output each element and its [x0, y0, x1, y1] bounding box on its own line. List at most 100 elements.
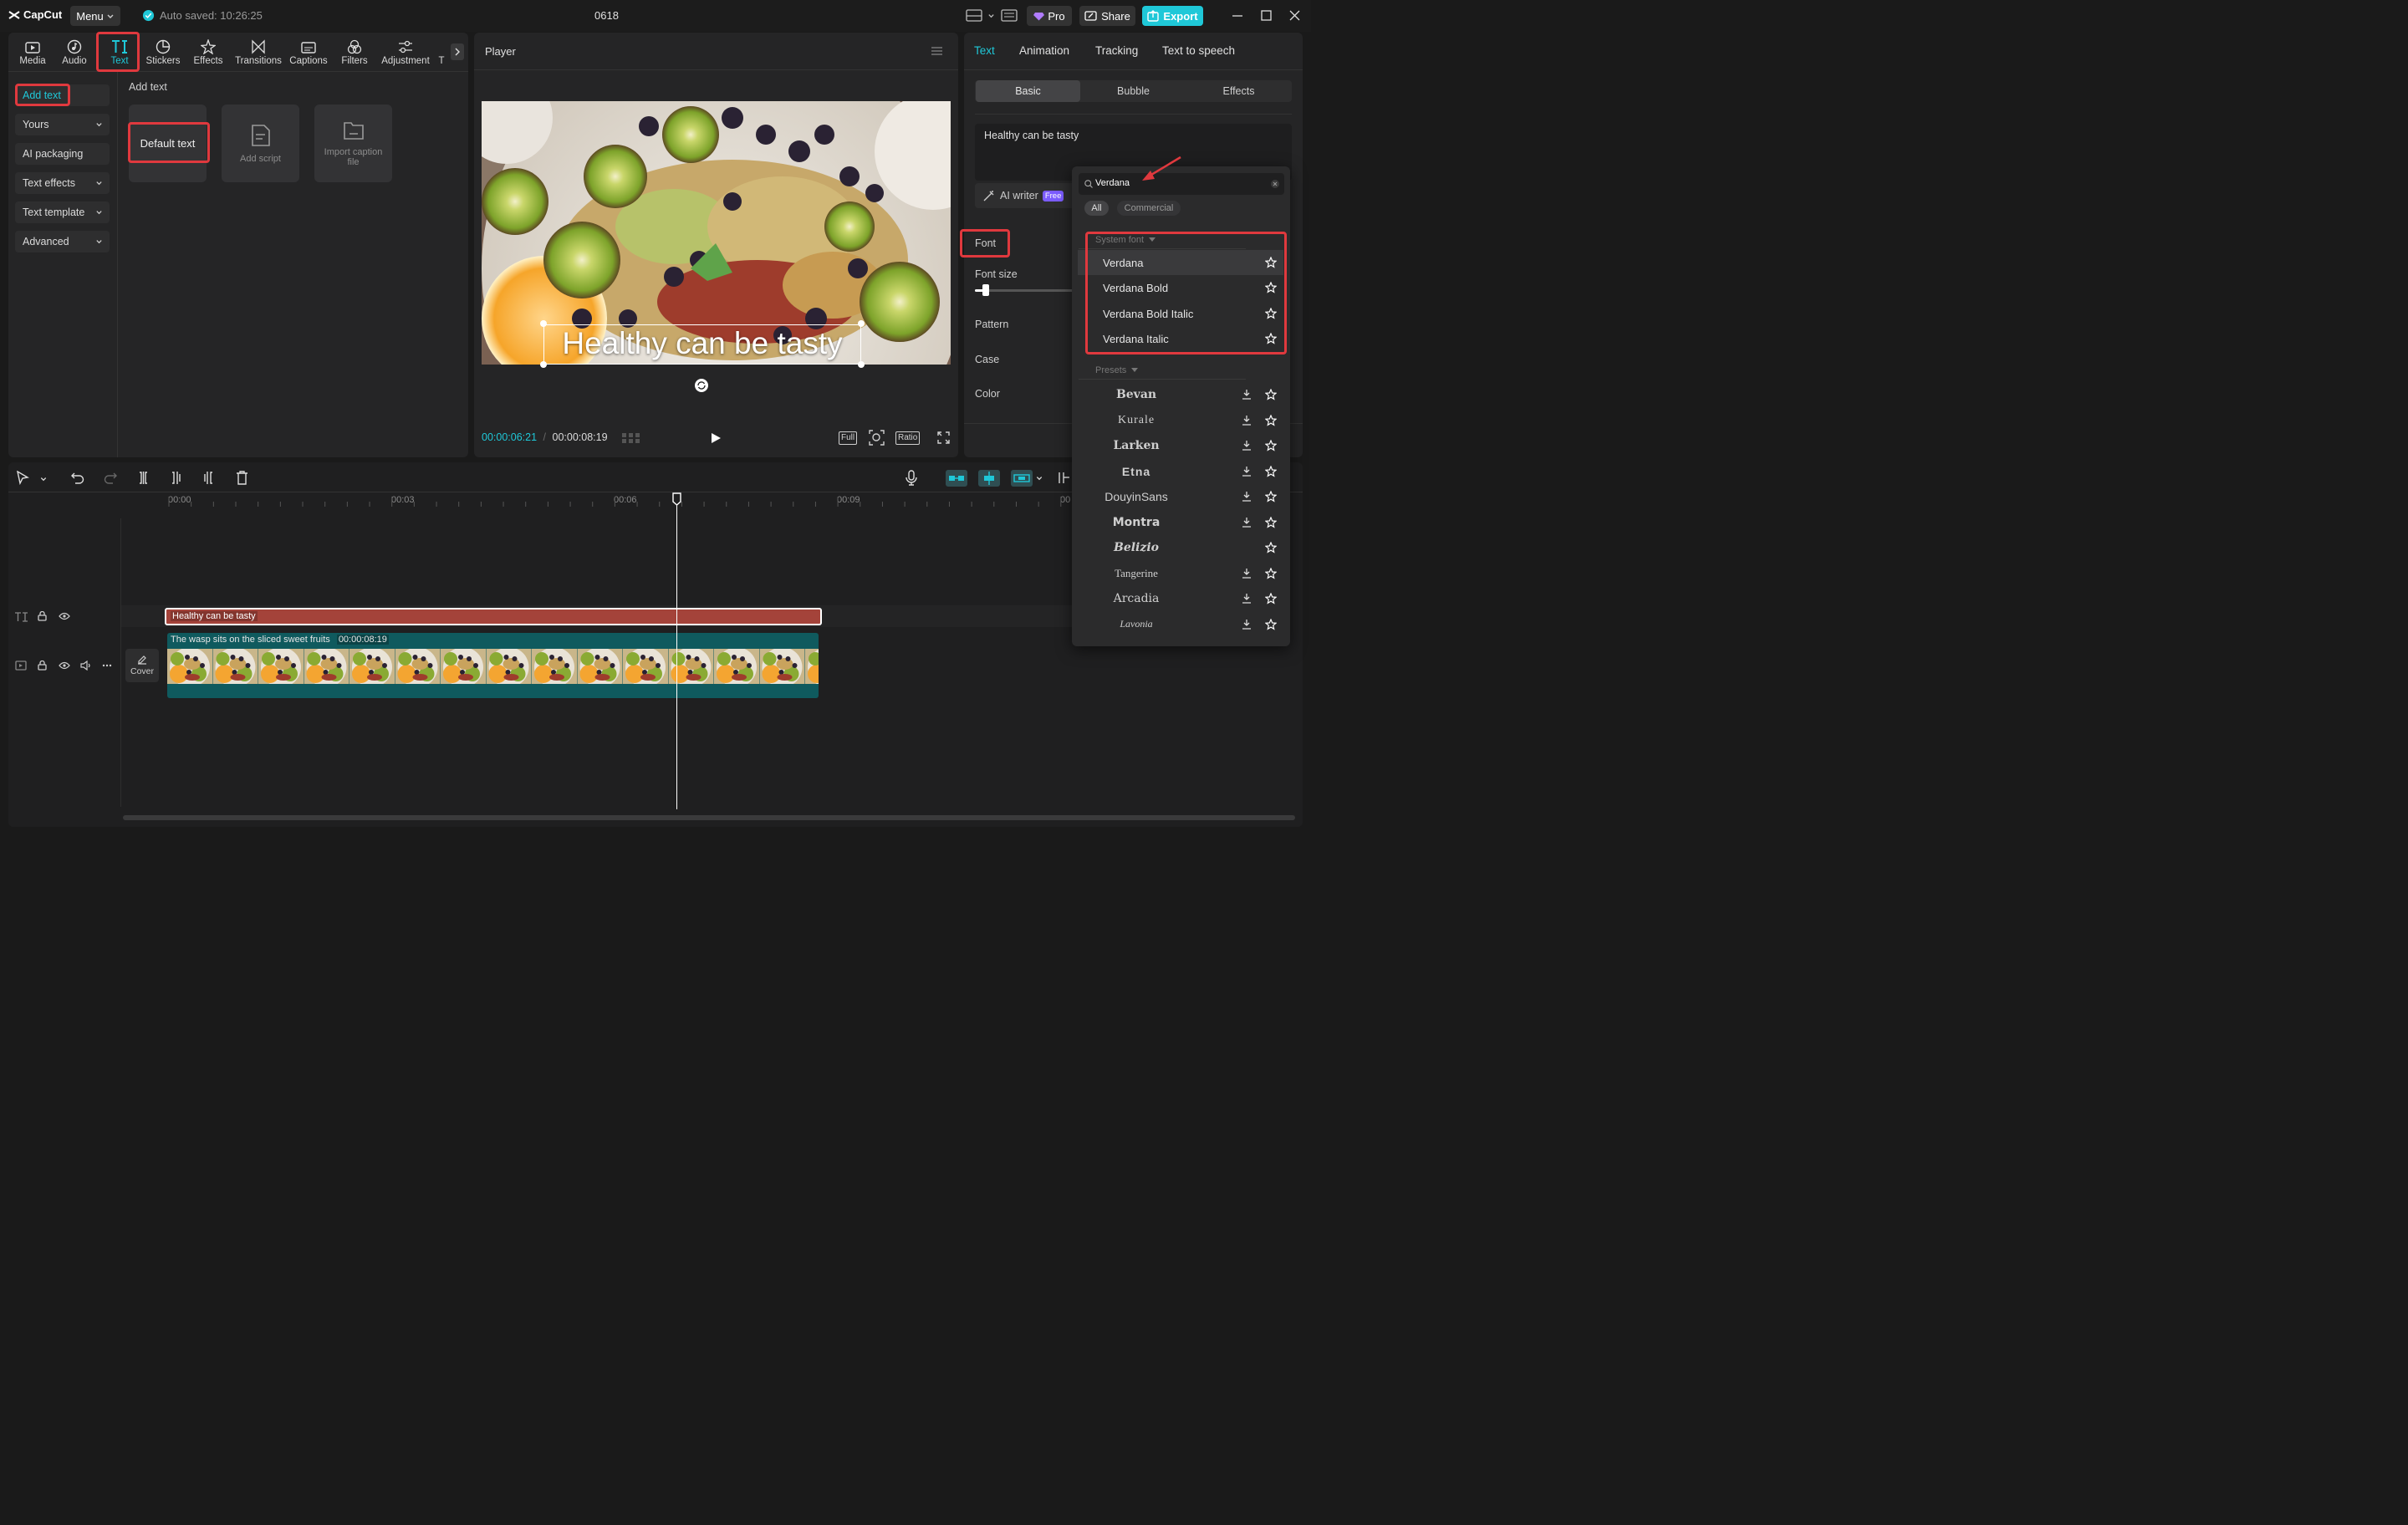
close-icon[interactable]: [1289, 10, 1300, 21]
timeline-grid-icon[interactable]: [621, 431, 641, 444]
import-caption-card[interactable]: Import caption file: [314, 105, 392, 182]
star-icon[interactable]: [1265, 567, 1277, 579]
maximize-icon[interactable]: [1261, 10, 1272, 21]
preset-font-item[interactable]: Etna: [1078, 459, 1283, 484]
timeline-ruler[interactable]: [164, 497, 1075, 507]
pro-button[interactable]: Pro: [1027, 6, 1072, 26]
tab-tracking[interactable]: Tracking: [1095, 44, 1138, 57]
resize-handle[interactable]: [858, 320, 865, 327]
lock-icon[interactable]: [38, 660, 47, 671]
download-icon[interactable]: [1242, 491, 1252, 502]
cover-button[interactable]: Cover: [125, 649, 159, 682]
minimize-icon[interactable]: [1232, 11, 1243, 21]
system-font-header[interactable]: System font: [1095, 235, 1156, 245]
microphone-icon[interactable]: [906, 470, 917, 486]
timeline-scrollbar[interactable]: [123, 815, 1295, 820]
lock-icon[interactable]: [38, 611, 47, 621]
download-icon[interactable]: [1242, 568, 1252, 579]
star-icon[interactable]: [1265, 257, 1277, 268]
tab-transitions[interactable]: Transitions: [234, 33, 283, 69]
font-item-verdana-bold[interactable]: Verdana Bold: [1078, 275, 1283, 300]
sidebar-item-text-effects[interactable]: Text effects: [15, 172, 110, 194]
resize-handle[interactable]: [540, 361, 547, 368]
tab-adjustment[interactable]: Adjustment: [380, 33, 431, 69]
tab-media[interactable]: Media: [12, 33, 54, 69]
star-icon[interactable]: [1265, 491, 1277, 502]
tab-more[interactable]: T: [435, 33, 448, 69]
download-icon[interactable]: [1242, 389, 1252, 400]
download-icon[interactable]: [1242, 619, 1252, 630]
magnet-snap-toggle[interactable]: [978, 470, 1000, 487]
tab-effects[interactable]: Effects: [189, 33, 227, 69]
star-icon[interactable]: [1265, 542, 1277, 553]
tab-captions[interactable]: Captions: [288, 33, 329, 69]
star-icon[interactable]: [1265, 389, 1277, 400]
download-icon[interactable]: [1242, 440, 1252, 451]
star-icon[interactable]: [1265, 465, 1277, 477]
menu-button[interactable]: Menu: [70, 6, 120, 26]
undo-icon[interactable]: [71, 472, 84, 484]
video-preview[interactable]: Healthy can be tasty: [482, 101, 951, 365]
sidebar-item-add-text[interactable]: Add text: [15, 84, 110, 106]
text-clip[interactable]: Healthy can be tasty: [165, 608, 822, 625]
more-options-icon[interactable]: [102, 664, 112, 667]
playhead-handle[interactable]: [672, 492, 681, 506]
hamburger-menu-icon[interactable]: [931, 46, 943, 56]
preview-axis-toggle[interactable]: [1011, 470, 1033, 487]
add-script-card[interactable]: Add script: [222, 105, 299, 182]
preset-font-item[interactable]: Lavonia: [1078, 612, 1283, 637]
default-text-card[interactable]: Default text: [129, 105, 207, 182]
preset-font-item[interactable]: Larken: [1078, 433, 1283, 458]
ratio-button[interactable]: Ratio: [895, 431, 921, 445]
eye-icon[interactable]: [59, 661, 70, 670]
link-clips-toggle[interactable]: [946, 470, 967, 487]
sidebar-item-yours[interactable]: Yours: [15, 114, 110, 135]
full-button[interactable]: Full: [839, 431, 858, 445]
star-icon[interactable]: [1265, 593, 1277, 604]
resize-handle[interactable]: [540, 320, 547, 327]
subtab-basic[interactable]: Basic: [976, 80, 1080, 102]
video-clip[interactable]: The wasp sits on the sliced sweet fruits…: [167, 633, 819, 698]
preset-font-item[interactable]: Bevan: [1078, 382, 1283, 407]
share-button[interactable]: Share: [1079, 6, 1135, 26]
star-icon[interactable]: [1265, 308, 1277, 319]
star-icon[interactable]: [1265, 618, 1277, 630]
subtab-bubble[interactable]: Bubble: [1081, 80, 1186, 102]
rotate-icon[interactable]: [694, 378, 709, 393]
tab-text[interactable]: Text: [99, 33, 140, 69]
fullscreen-icon[interactable]: [937, 431, 950, 444]
preset-font-item[interactable]: Tangerine: [1078, 561, 1283, 586]
split-left-icon[interactable]: [170, 471, 182, 485]
export-button[interactable]: Export: [1142, 6, 1203, 26]
filter-all[interactable]: All: [1084, 201, 1109, 216]
star-icon[interactable]: [1265, 516, 1277, 528]
tab-animation[interactable]: Animation: [1019, 44, 1069, 57]
ai-writer-button[interactable]: AI writer Free: [975, 183, 1075, 208]
clear-icon[interactable]: [1271, 180, 1279, 188]
preset-font-item[interactable]: DouyinSans: [1078, 484, 1283, 509]
tab-audio[interactable]: Audio: [55, 33, 94, 69]
delete-icon[interactable]: [236, 471, 248, 485]
preset-font-item[interactable]: Montra: [1078, 510, 1283, 535]
chevron-down-icon[interactable]: [987, 12, 995, 19]
sidebar-item-text-template[interactable]: Text template: [15, 201, 110, 223]
star-icon[interactable]: [1265, 333, 1277, 344]
play-icon[interactable]: [711, 432, 722, 444]
split-icon[interactable]: [137, 471, 150, 485]
filter-commercial[interactable]: Commercial: [1117, 201, 1181, 216]
keyboard-icon[interactable]: [1001, 9, 1018, 22]
font-item-verdana[interactable]: Verdana: [1078, 250, 1283, 275]
star-icon[interactable]: [1265, 440, 1277, 451]
subtab-effects[interactable]: Effects: [1186, 80, 1291, 102]
sidebar-item-advanced[interactable]: Advanced: [15, 231, 110, 252]
split-right-icon[interactable]: [202, 471, 215, 485]
speaker-icon[interactable]: [80, 660, 92, 671]
resize-handle[interactable]: [858, 361, 865, 368]
tab-filters[interactable]: Filters: [336, 33, 373, 69]
chevron-down-icon[interactable]: [1035, 474, 1043, 482]
tab-text-to-speech[interactable]: Text to speech: [1162, 44, 1235, 57]
sidebar-item-ai-packaging[interactable]: AI packaging: [15, 143, 110, 165]
download-icon[interactable]: [1242, 593, 1252, 604]
chevron-down-icon[interactable]: [39, 475, 48, 482]
tab-stickers[interactable]: Stickers: [144, 33, 182, 69]
